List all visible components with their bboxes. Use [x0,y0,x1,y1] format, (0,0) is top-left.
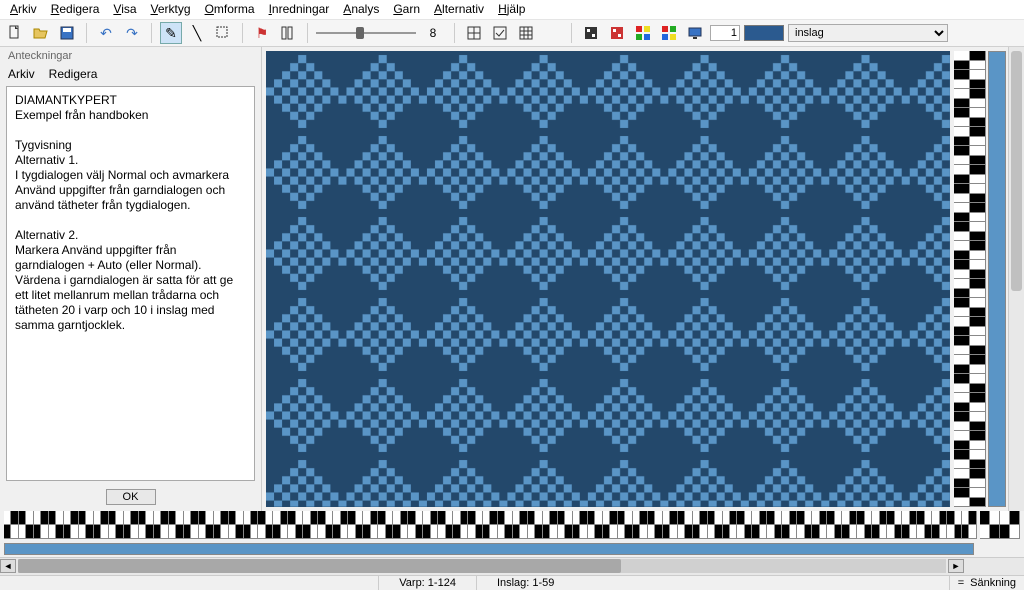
new-file-icon[interactable] [4,22,26,44]
notes-textarea[interactable]: DIAMANTKYPERT Exempel från handboken Tyg… [6,86,255,481]
notes-line: I tygdialogen välj Normal och avmarkera … [15,168,246,213]
main-toolbar: ↶ ↷ ✎ ╲ ⚑ 8 inslag [0,20,1024,47]
pattern-a-icon[interactable] [580,22,602,44]
notes-line: Markera Använd uppgifter från garndialog… [15,243,246,273]
horizontal-scrollbar[interactable]: ◄ ► [0,557,1024,575]
menu-arkiv[interactable]: AArkivrkiv [10,2,37,16]
grid-icon[interactable] [463,22,485,44]
menu-analys[interactable]: Analys [343,2,379,16]
equals-icon: = [958,577,964,589]
table-icon[interactable] [515,22,537,44]
menu-hjalp[interactable]: Hjälp [498,2,525,16]
zoom-value: 8 [420,26,446,40]
status-bar: Varp: 1-124 Inslag: 1-59 = Sänkning [0,575,1024,590]
line-tool-icon[interactable]: ╲ [186,22,208,44]
menu-verktyg[interactable]: Verktyg [151,2,191,16]
color-swatch[interactable] [744,25,784,41]
columns-icon[interactable] [277,22,299,44]
warp-color-bar[interactable] [4,543,974,555]
notes-menu-redigera[interactable]: Redigera [49,67,98,81]
threading-grid[interactable] [4,511,976,539]
notes-line: DIAMANTKYPERT [15,93,246,108]
status-sankning: Sänkning [970,577,1016,589]
zoom-slider[interactable] [316,32,416,34]
treadling-grid[interactable] [954,51,986,507]
flag-icon[interactable]: ⚑ [251,22,273,44]
menu-omforma[interactable]: Omforma [205,2,255,16]
palette-squares-icon[interactable] [658,22,680,44]
notes-line: Värdena i garndialogen är satta för att … [15,273,246,333]
notes-line: Alternativ 1. [15,153,246,168]
main-menubar: AArkivrkiv Redigera Visa Verktyg Omforma… [0,0,1024,20]
menu-garn[interactable]: Garn [393,2,420,16]
yarn-type-select[interactable]: inslag [788,24,948,42]
status-varp: Varp: 1-124 [378,576,476,590]
screen-icon[interactable] [684,22,706,44]
scroll-left-icon[interactable]: ◄ [0,559,16,573]
menu-visa[interactable]: Visa [113,2,136,16]
undo-icon[interactable]: ↶ [95,22,117,44]
vertical-scrollbar[interactable] [1008,47,1024,511]
notes-menu-arkiv[interactable]: Arkiv [8,67,35,81]
select-tool-icon[interactable] [212,22,234,44]
notes-title: Anteckningar [0,47,261,65]
color-index-input[interactable] [710,25,740,41]
weft-color-bar[interactable] [988,51,1006,507]
menu-alternativ[interactable]: Alternativ [434,2,484,16]
notes-ok-button[interactable]: OK [106,489,156,505]
pattern-b-icon[interactable] [606,22,628,44]
status-inslag: Inslag: 1-59 [476,576,574,590]
redo-icon[interactable]: ↷ [121,22,143,44]
save-icon[interactable] [56,22,78,44]
menu-inredningar[interactable]: Inredningar [269,2,330,16]
notes-line: Tygvisning [15,138,246,153]
tieup-grid[interactable] [980,511,1020,539]
notes-line: Alternativ 2. [15,228,246,243]
menu-redigera[interactable]: Redigera [51,2,100,16]
notes-line: Exempel från handboken [15,108,246,123]
open-file-icon[interactable] [30,22,52,44]
palette-dots-icon[interactable] [632,22,654,44]
checklist-icon[interactable] [489,22,511,44]
notes-panel: Anteckningar Arkiv Redigera DIAMANTKYPER… [0,47,262,511]
fabric-simulation[interactable] [266,51,950,507]
pencil-icon[interactable]: ✎ [160,22,182,44]
scroll-right-icon[interactable]: ► [948,559,964,573]
